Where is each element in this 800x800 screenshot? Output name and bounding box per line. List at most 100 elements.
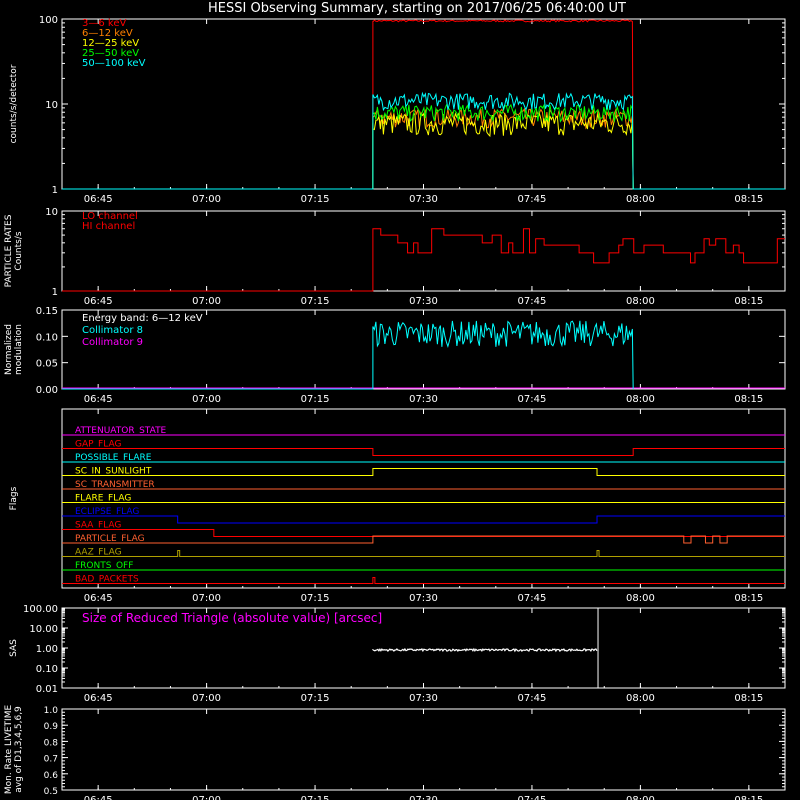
y-tick-label: 1 (52, 185, 58, 196)
y-axis-label: Flags (9, 486, 19, 510)
panel-frame (61, 18, 786, 190)
x-tick-label: 08:00 (626, 693, 655, 704)
x-tick-label: 07:30 (409, 593, 438, 604)
x-tick-label: 07:00 (192, 593, 221, 604)
y-tick-label: 0.6 (44, 771, 59, 781)
y-axis-label: SAS (9, 639, 19, 657)
y-axis-label: Normalized (4, 324, 14, 375)
x-tick-label: 07:00 (192, 194, 221, 205)
y-tick-label: 1 (52, 287, 58, 298)
x-tick-label: 07:30 (409, 194, 438, 205)
panel-1: 06:45 07:00 07:15 07:30 07:45 08:00 08:15 PARTI… (4, 207, 786, 307)
panel-frame (61, 408, 786, 589)
x-tick-label: 08:15 (734, 194, 763, 205)
x-tick-label: 07:30 (409, 795, 438, 800)
legend-entry: HI channel (82, 221, 135, 232)
x-tick-label: 06:45 (84, 795, 113, 800)
panel-4: 06:45 07:00 07:15 07:30 07:45 08:00 08:15 SAS 0.… (9, 604, 786, 704)
legend-entry: 50—100 keV (82, 58, 146, 69)
panels-group: 06:45 07:00 07:15 07:30 07:45 08:00 08:15 count… (4, 15, 786, 800)
figure-title: HESSI Observing Summary, starting on 201… (208, 1, 626, 16)
flag-line (62, 577, 785, 584)
y-axis-label: Counts/s (14, 231, 24, 270)
hessi-summary-figure: HESSI Observing Summary, starting on 201… (4, 1, 786, 800)
x-tick-label: 06:45 (84, 693, 113, 704)
x-tick-label: 08:15 (734, 795, 763, 800)
x-tick-label: 07:30 (409, 693, 438, 704)
y-tick-label: 0.01 (36, 684, 58, 695)
y-tick-label: 0.15 (36, 306, 58, 317)
y-tick-label: 0.7 (44, 755, 58, 765)
x-tick-label: 07:45 (518, 296, 547, 307)
x-tick-label: 06:45 (84, 394, 113, 405)
x-tick-label: 06:45 (84, 593, 113, 604)
series-line (62, 107, 785, 190)
x-tick-label: 07:00 (192, 693, 221, 704)
y-tick-label: 10 (45, 207, 58, 218)
series-line (62, 320, 634, 390)
y-tick-label: 0.10 (36, 332, 58, 343)
x-tick-label: 07:15 (301, 296, 330, 307)
x-tick-label: 07:45 (518, 394, 547, 405)
x-tick-label: 07:30 (409, 296, 438, 307)
series-line (372, 647, 598, 653)
x-tick-label: 08:00 (626, 593, 655, 604)
panel-annotation: Size of Reduced Triangle (absolute value… (82, 611, 382, 625)
flag-line (62, 529, 785, 537)
panel-frame (61, 210, 786, 292)
x-tick-label: 08:00 (626, 296, 655, 307)
x-tick-label: 07:15 (301, 593, 330, 604)
x-tick-label: 07:15 (301, 693, 330, 704)
series-line (62, 103, 785, 190)
x-tick-label: 07:00 (192, 795, 221, 800)
legend-entry: Collimator 9 (82, 337, 143, 348)
x-tick-label: 07:30 (409, 394, 438, 405)
series-line (62, 19, 785, 190)
panel-5: 06:45 07:00 07:15 07:30 07:45 08:00 08:15 Mon. … (4, 705, 786, 800)
x-tick-label: 06:45 (84, 296, 113, 307)
y-tick-label: 0.5 (44, 787, 58, 797)
y-axis-label: PARTICLE RATES (4, 214, 14, 287)
y-tick-label: 10.00 (29, 624, 58, 635)
legend-header: Energy band: 6—12 keV (82, 313, 203, 324)
y-tick-label: 0.9 (44, 722, 59, 732)
series-line (62, 228, 785, 292)
x-tick-label: 07:00 (192, 394, 221, 405)
x-tick-label: 08:15 (734, 593, 763, 604)
y-axis-label: counts/s/detector (9, 64, 19, 143)
x-tick-label: 08:15 (734, 394, 763, 405)
x-tick-label: 07:45 (518, 795, 547, 800)
y-tick-label: 1.00 (36, 644, 58, 655)
x-tick-label: 07:45 (518, 194, 547, 205)
y-tick-label: 0.00 (36, 385, 58, 396)
x-tick-label: 07:15 (301, 795, 330, 800)
x-tick-label: 08:00 (626, 394, 655, 405)
y-axis-label: avg of D1,3,4,5,6,9 (14, 706, 24, 793)
flag-line (62, 468, 785, 476)
y-tick-label: 10 (45, 100, 58, 111)
panel-3: 06:45 07:00 07:15 07:30 07:45 08:00 08:15 Flags… (9, 408, 786, 604)
x-tick-label: 08:00 (626, 795, 655, 800)
x-tick-label: 07:45 (518, 693, 547, 704)
x-tick-label: 08:15 (734, 693, 763, 704)
panel-2: 06:45 07:00 07:15 07:30 07:45 08:00 08:15 Norma… (4, 306, 786, 405)
y-tick-label: 100 (39, 15, 58, 26)
flag-line (62, 515, 785, 524)
x-tick-label: 07:45 (518, 593, 547, 604)
y-tick-label: 0.05 (36, 359, 58, 370)
series-line (62, 112, 785, 190)
x-tick-label: 06:45 (84, 194, 113, 205)
y-tick-label: 100.00 (23, 604, 58, 615)
x-tick-label: 08:00 (626, 194, 655, 205)
x-tick-label: 08:15 (734, 296, 763, 307)
y-tick-label: 1.0 (44, 706, 59, 716)
x-tick-label: 07:15 (301, 394, 330, 405)
x-tick-label: 07:00 (192, 296, 221, 307)
panel-frame (61, 708, 786, 791)
y-axis-label: Mon. Rate LIVETIME (4, 705, 14, 795)
flag-line (62, 448, 785, 456)
y-axis-label: modulation (14, 324, 24, 375)
y-tick-label: 0.8 (44, 738, 59, 748)
y-tick-label: 0.10 (36, 664, 58, 675)
panel-0: 06:45 07:00 07:15 07:30 07:45 08:00 08:15 count… (9, 15, 786, 205)
